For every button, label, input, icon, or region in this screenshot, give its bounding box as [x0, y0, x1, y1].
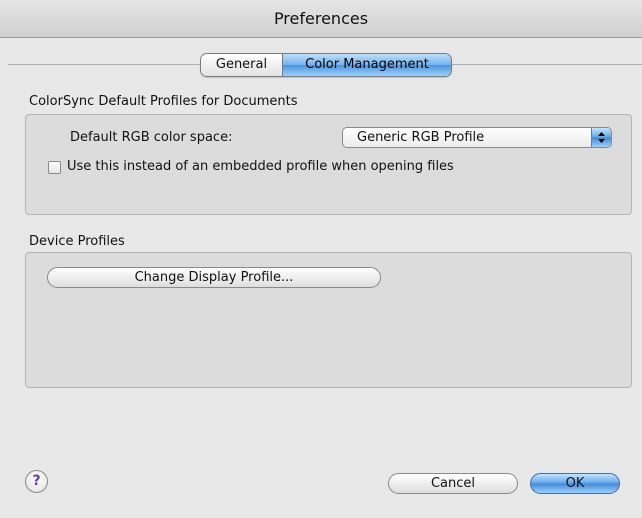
- colorsync-group: Default RGB color space: Generic RGB Pro…: [25, 114, 632, 215]
- use-instead-label: Use this instead of an embedded profile …: [67, 159, 454, 174]
- default-rgb-popup[interactable]: Generic RGB Profile: [342, 127, 612, 148]
- preferences-window: Preferences General Color Management Col…: [0, 0, 642, 518]
- default-rgb-value: Generic RGB Profile: [357, 130, 485, 145]
- change-display-profile-button[interactable]: Change Display Profile...: [47, 267, 381, 288]
- tab-content: ColorSync Default Profiles for Documents…: [8, 65, 634, 440]
- device-group: Change Display Profile...: [25, 252, 632, 388]
- default-rgb-label: Default RGB color space:: [70, 130, 233, 145]
- cancel-button[interactable]: Cancel: [388, 473, 518, 494]
- ok-button[interactable]: OK: [530, 473, 620, 494]
- use-instead-checkbox[interactable]: [48, 161, 61, 174]
- window-title: Preferences: [0, 0, 642, 38]
- colorsync-section-title: ColorSync Default Profiles for Documents: [29, 94, 298, 109]
- device-section-title: Device Profiles: [29, 234, 125, 249]
- popup-arrows-icon: [591, 128, 611, 147]
- help-button[interactable]: ?: [25, 470, 48, 493]
